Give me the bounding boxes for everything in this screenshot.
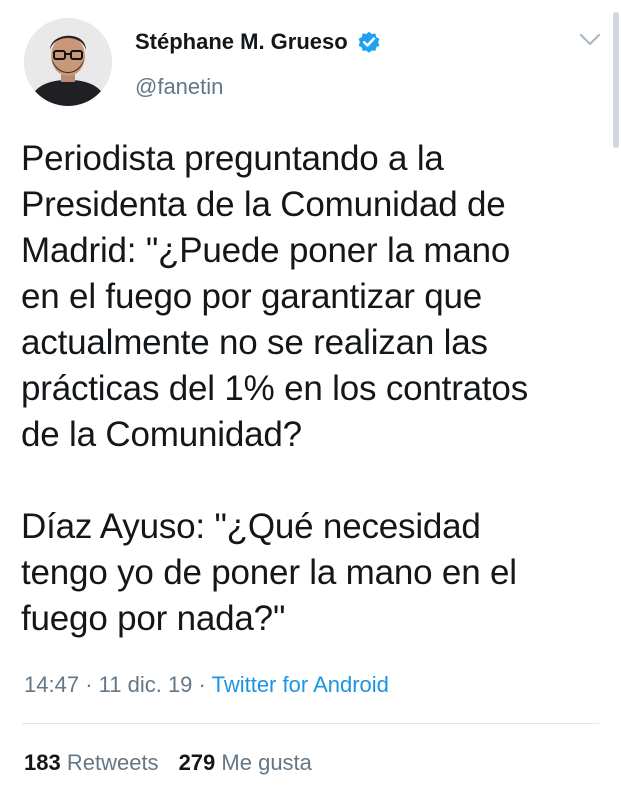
scrollbar[interactable] xyxy=(613,12,619,148)
tweet-stats: 183 Retweets 279 Me gusta xyxy=(24,750,312,776)
tweet-date[interactable]: 11 dic. 19 xyxy=(99,672,193,697)
chevron-down-icon[interactable] xyxy=(578,32,602,48)
likes-label: Me gusta xyxy=(221,750,312,775)
retweets-stat[interactable]: 183 Retweets xyxy=(24,750,159,775)
display-name-text: Stéphane M. Grueso xyxy=(135,29,348,54)
retweets-label: Retweets xyxy=(66,750,159,775)
avatar[interactable] xyxy=(24,18,112,106)
verified-badge-icon xyxy=(356,29,382,55)
likes-count: 279 xyxy=(178,750,216,775)
retweets-count: 183 xyxy=(24,750,61,775)
tweet-meta: 14:47 · 11 dic. 19 · Twitter for Android xyxy=(24,672,389,698)
tweet-screen: Stéphane M. Grueso @fanetin Periodista p… xyxy=(0,0,621,800)
tweet-time[interactable]: 14:47 xyxy=(24,672,79,697)
avatar-image xyxy=(24,18,112,106)
tweet-text: Periodista preguntando a la Presidenta d… xyxy=(21,139,529,638)
tweet-source-link[interactable]: Twitter for Android xyxy=(212,672,389,697)
user-handle[interactable]: @fanetin xyxy=(135,74,223,100)
display-name[interactable]: Stéphane M. Grueso xyxy=(135,29,382,55)
likes-stat[interactable]: 279 Me gusta xyxy=(179,750,312,775)
meta-separator: · xyxy=(85,672,93,697)
tweet-header: Stéphane M. Grueso @fanetin xyxy=(0,0,621,148)
meta-separator: · xyxy=(198,672,206,697)
divider xyxy=(22,723,599,724)
